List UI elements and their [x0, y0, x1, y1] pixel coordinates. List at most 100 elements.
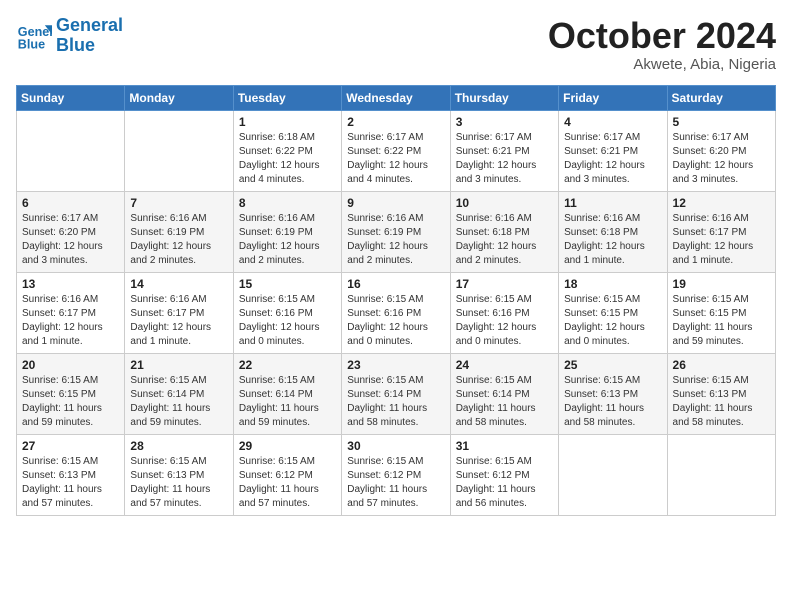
- day-number: 14: [130, 277, 227, 291]
- day-number: 2: [347, 115, 444, 129]
- day-number: 7: [130, 196, 227, 210]
- day-number: 5: [673, 115, 770, 129]
- calendar-cell: 17 Sunrise: 6:15 AM Sunset: 6:16 PM Dayli…: [450, 272, 558, 353]
- day-detail: Sunrise: 6:16 AM Sunset: 6:17 PM Dayligh…: [22, 293, 119, 349]
- location: Akwete, Abia, Nigeria: [548, 56, 776, 73]
- weekday-header: Wednesday: [342, 85, 450, 110]
- calendar-cell: 3 Sunrise: 6:17 AM Sunset: 6:21 PM Daylig…: [450, 110, 558, 191]
- day-detail: Sunrise: 6:15 AM Sunset: 6:15 PM Dayligh…: [673, 293, 770, 349]
- day-detail: Sunrise: 6:15 AM Sunset: 6:15 PM Dayligh…: [564, 293, 661, 349]
- day-detail: Sunrise: 6:15 AM Sunset: 6:16 PM Dayligh…: [347, 293, 444, 349]
- calendar-cell: 16Sunrise: 6:15 AM Sunset: 6:16 PM Dayli…: [342, 272, 450, 353]
- calendar-week-row: 27 Sunrise: 6:15 AM Sunset: 6:13 PM Dayli…: [17, 434, 776, 515]
- day-number: 28: [130, 439, 227, 453]
- day-detail: Sunrise: 6:16 AM Sunset: 6:18 PM Dayligh…: [456, 212, 553, 268]
- calendar-cell: 21 Sunrise: 6:15 AM Sunset: 6:14 PM Dayli…: [125, 353, 233, 434]
- calendar-cell: 13 Sunrise: 6:16 AM Sunset: 6:17 PM Dayli…: [17, 272, 125, 353]
- day-number: 3: [456, 115, 553, 129]
- calendar-cell: 26 Sunrise: 6:15 AM Sunset: 6:13 PM Dayli…: [667, 353, 775, 434]
- svg-text:Blue: Blue: [18, 37, 45, 51]
- weekday-header: Saturday: [667, 85, 775, 110]
- day-number: 13: [22, 277, 119, 291]
- logo-text: General Blue: [56, 16, 123, 56]
- page-header: General Blue General Blue October 2024 A…: [16, 16, 776, 73]
- calendar-cell: 27Sunrise: 6:15 AM Sunset: 6:13 PM Dayli…: [17, 434, 125, 515]
- calendar-cell: 23 Sunrise: 6:15 AM Sunset: 6:14 PM Dayli…: [342, 353, 450, 434]
- day-detail: Sunrise: 6:16 AM Sunset: 6:18 PM Dayligh…: [564, 212, 661, 268]
- calendar-cell: [17, 110, 125, 191]
- day-number: 27: [22, 439, 119, 453]
- day-number: 29: [239, 439, 336, 453]
- day-detail: Sunrise: 6:16 AM Sunset: 6:19 PM Dayligh…: [239, 212, 336, 268]
- calendar-cell: 25 Sunrise: 6:15 AM Sunset: 6:13 PM Dayli…: [559, 353, 667, 434]
- day-detail: Sunrise: 6:15 AM Sunset: 6:14 PM Dayligh…: [130, 374, 227, 430]
- calendar-cell: 29 Sunrise: 6:15 AM Sunset: 6:12 PM Dayli…: [233, 434, 341, 515]
- calendar-cell: 28 Sunrise: 6:15 AM Sunset: 6:13 PM Dayli…: [125, 434, 233, 515]
- calendar-week-row: 1 Sunrise: 6:18 AM Sunset: 6:22 PM Daylig…: [17, 110, 776, 191]
- day-detail: Sunrise: 6:15 AM Sunset: 6:14 PM Dayligh…: [239, 374, 336, 430]
- day-number: 22: [239, 358, 336, 372]
- calendar-cell: 7Sunrise: 6:16 AM Sunset: 6:19 PM Daylig…: [125, 191, 233, 272]
- day-number: 6: [22, 196, 119, 210]
- calendar-cell: 9Sunrise: 6:16 AM Sunset: 6:19 PM Daylig…: [342, 191, 450, 272]
- day-number: 11: [564, 196, 661, 210]
- day-detail: Sunrise: 6:15 AM Sunset: 6:12 PM Dayligh…: [347, 455, 444, 511]
- day-number: 21: [130, 358, 227, 372]
- day-number: 30: [347, 439, 444, 453]
- calendar-cell: 5 Sunrise: 6:17 AM Sunset: 6:20 PM Daylig…: [667, 110, 775, 191]
- day-number: 8: [239, 196, 336, 210]
- weekday-header: Thursday: [450, 85, 558, 110]
- month-title: October 2024: [548, 16, 776, 56]
- day-detail: Sunrise: 6:15 AM Sunset: 6:15 PM Dayligh…: [22, 374, 119, 430]
- day-detail: Sunrise: 6:15 AM Sunset: 6:16 PM Dayligh…: [456, 293, 553, 349]
- day-number: 1: [239, 115, 336, 129]
- day-number: 26: [673, 358, 770, 372]
- day-detail: Sunrise: 6:15 AM Sunset: 6:13 PM Dayligh…: [564, 374, 661, 430]
- calendar-cell: [667, 434, 775, 515]
- day-number: 20: [22, 358, 119, 372]
- calendar-week-row: 13 Sunrise: 6:16 AM Sunset: 6:17 PM Dayli…: [17, 272, 776, 353]
- day-number: 10: [456, 196, 553, 210]
- day-detail: Sunrise: 6:15 AM Sunset: 6:14 PM Dayligh…: [456, 374, 553, 430]
- weekday-header: Friday: [559, 85, 667, 110]
- day-detail: Sunrise: 6:15 AM Sunset: 6:12 PM Dayligh…: [239, 455, 336, 511]
- day-detail: Sunrise: 6:17 AM Sunset: 6:22 PM Dayligh…: [347, 131, 444, 187]
- logo: General Blue General Blue: [16, 16, 123, 56]
- day-number: 17: [456, 277, 553, 291]
- calendar-cell: [125, 110, 233, 191]
- logo-icon: General Blue: [16, 18, 52, 54]
- calendar-cell: 6 Sunrise: 6:17 AM Sunset: 6:20 PM Daylig…: [17, 191, 125, 272]
- day-number: 18: [564, 277, 661, 291]
- day-number: 9: [347, 196, 444, 210]
- calendar-cell: 1 Sunrise: 6:18 AM Sunset: 6:22 PM Daylig…: [233, 110, 341, 191]
- day-number: 15: [239, 277, 336, 291]
- day-number: 12: [673, 196, 770, 210]
- calendar-cell: 18 Sunrise: 6:15 AM Sunset: 6:15 PM Dayli…: [559, 272, 667, 353]
- day-detail: Sunrise: 6:15 AM Sunset: 6:13 PM Dayligh…: [130, 455, 227, 511]
- day-detail: Sunrise: 6:17 AM Sunset: 6:21 PM Dayligh…: [456, 131, 553, 187]
- calendar-cell: 4Sunrise: 6:17 AM Sunset: 6:21 PM Daylig…: [559, 110, 667, 191]
- calendar-cell: 20 Sunrise: 6:15 AM Sunset: 6:15 PM Dayli…: [17, 353, 125, 434]
- calendar-cell: 2 Sunrise: 6:17 AM Sunset: 6:22 PM Daylig…: [342, 110, 450, 191]
- day-detail: Sunrise: 6:18 AM Sunset: 6:22 PM Dayligh…: [239, 131, 336, 187]
- day-detail: Sunrise: 6:17 AM Sunset: 6:20 PM Dayligh…: [22, 212, 119, 268]
- day-number: 23: [347, 358, 444, 372]
- day-number: 4: [564, 115, 661, 129]
- title-block: October 2024 Akwete, Abia, Nigeria: [548, 16, 776, 73]
- calendar-week-row: 20 Sunrise: 6:15 AM Sunset: 6:15 PM Dayli…: [17, 353, 776, 434]
- calendar-header-row: SundayMondayTuesdayWednesdayThursdayFrid…: [17, 85, 776, 110]
- day-detail: Sunrise: 6:15 AM Sunset: 6:14 PM Dayligh…: [347, 374, 444, 430]
- calendar-cell: 30 Sunrise: 6:15 AM Sunset: 6:12 PM Dayli…: [342, 434, 450, 515]
- calendar-cell: 22 Sunrise: 6:15 AM Sunset: 6:14 PM Dayli…: [233, 353, 341, 434]
- day-detail: Sunrise: 6:15 AM Sunset: 6:13 PM Dayligh…: [673, 374, 770, 430]
- day-number: 19: [673, 277, 770, 291]
- day-number: 25: [564, 358, 661, 372]
- calendar-cell: 14 Sunrise: 6:16 AM Sunset: 6:17 PM Dayli…: [125, 272, 233, 353]
- day-detail: Sunrise: 6:15 AM Sunset: 6:16 PM Dayligh…: [239, 293, 336, 349]
- calendar-cell: 15 Sunrise: 6:15 AM Sunset: 6:16 PM Dayli…: [233, 272, 341, 353]
- day-detail: Sunrise: 6:17 AM Sunset: 6:20 PM Dayligh…: [673, 131, 770, 187]
- day-detail: Sunrise: 6:16 AM Sunset: 6:17 PM Dayligh…: [130, 293, 227, 349]
- weekday-header: Tuesday: [233, 85, 341, 110]
- calendar-cell: 24Sunrise: 6:15 AM Sunset: 6:14 PM Dayli…: [450, 353, 558, 434]
- calendar-cell: 8 Sunrise: 6:16 AM Sunset: 6:19 PM Daylig…: [233, 191, 341, 272]
